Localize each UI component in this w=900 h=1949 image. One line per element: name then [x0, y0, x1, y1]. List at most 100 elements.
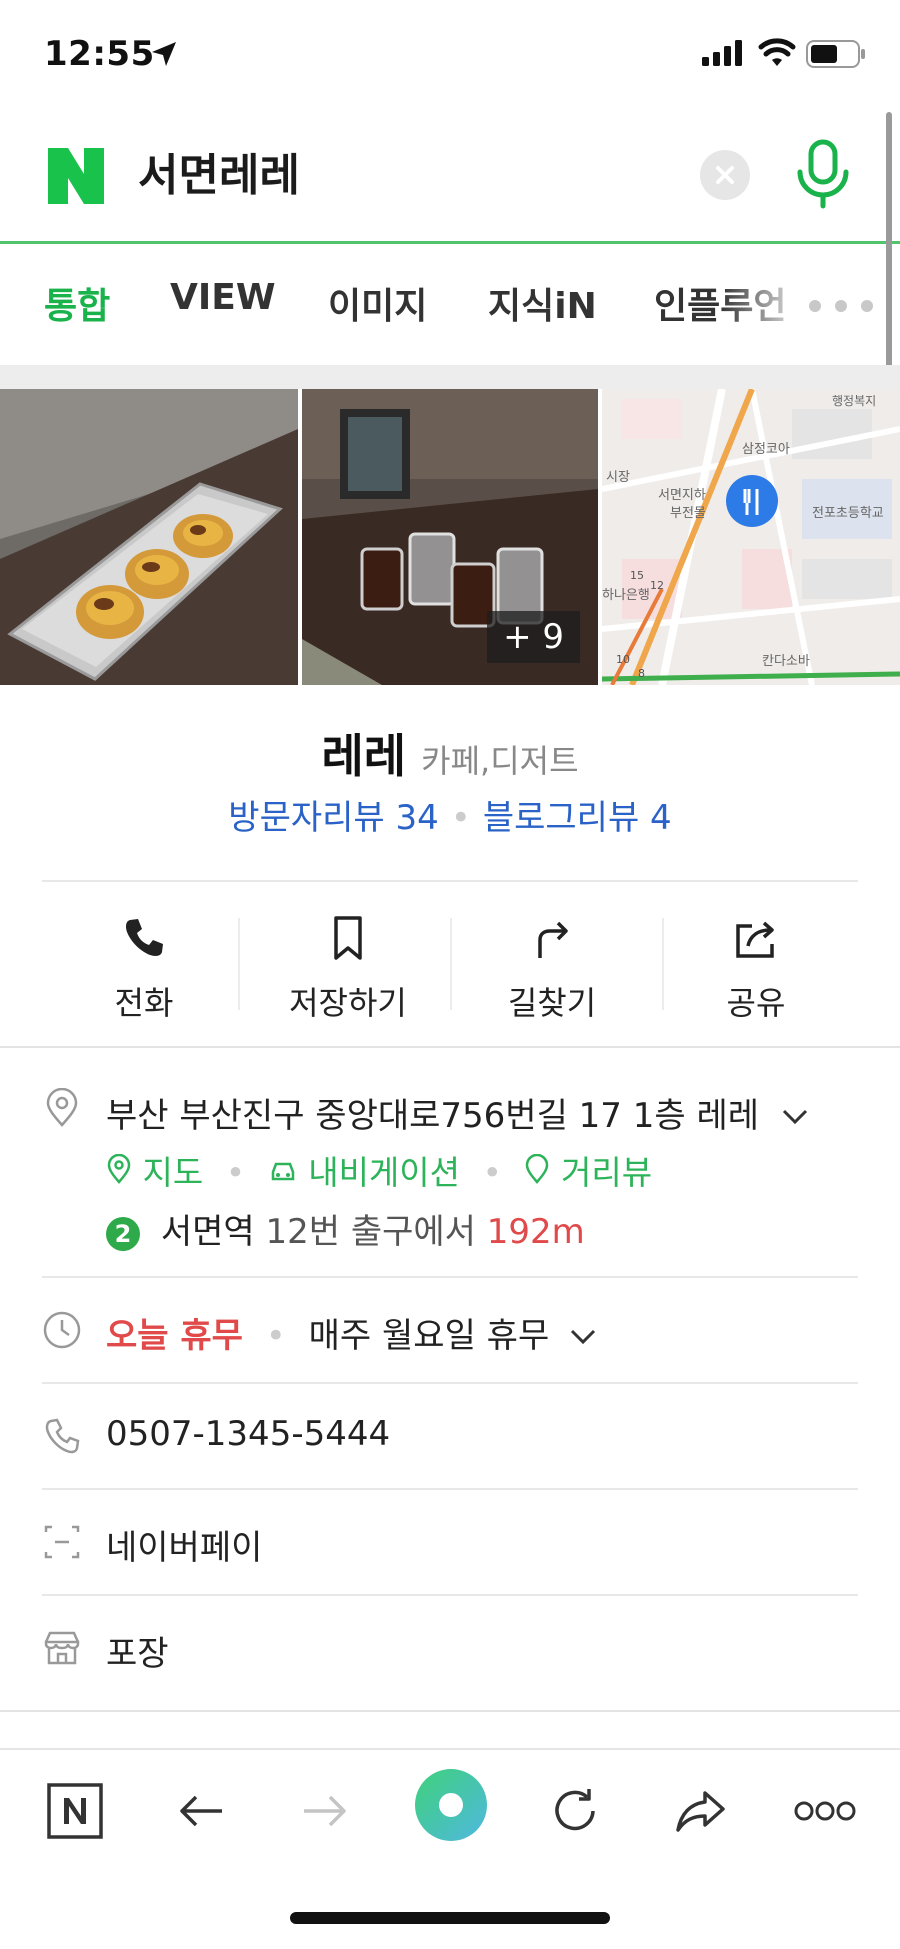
- subway-line-badge: 2: [106, 1216, 140, 1251]
- map-label: 전포초등학교: [812, 506, 884, 521]
- map-label: 12: [650, 579, 664, 592]
- home-indicator[interactable]: [290, 1912, 610, 1924]
- divider: [42, 1594, 858, 1596]
- map-label: 15: [630, 569, 644, 582]
- map-label: 8: [638, 667, 645, 680]
- separator-dot: •: [225, 1153, 246, 1192]
- tab-images[interactable]: 이미지: [328, 277, 427, 329]
- directions-label: 길찾기: [507, 984, 597, 1022]
- visitor-review-link[interactable]: 방문자리뷰 34: [228, 798, 438, 838]
- takeout-option: 포장: [106, 1634, 169, 1674]
- naver-logo-icon[interactable]: [46, 146, 106, 206]
- place-name[interactable]: 레레: [321, 729, 406, 783]
- subway-exit: 12번 출구에서: [265, 1212, 476, 1252]
- forward-button[interactable]: [290, 1776, 360, 1846]
- more-icon: [794, 1801, 856, 1821]
- payment-method: 네이버페이: [106, 1528, 263, 1568]
- tab-integrated[interactable]: 통합: [44, 277, 110, 329]
- phone-outline-icon: [45, 1418, 80, 1454]
- naver-n-icon: [47, 1783, 103, 1839]
- arrow-right-icon: [304, 1795, 346, 1827]
- street-view-icon: [526, 1153, 549, 1184]
- hours-row[interactable]: 오늘 휴무 • 매주 월요일 휴무: [106, 1308, 598, 1357]
- map-label: 삼정코아: [742, 442, 790, 457]
- location-arrow-icon: [152, 42, 176, 66]
- address-links: 지도 • 내비게이션 • 거리뷰: [106, 1146, 652, 1194]
- separator: [238, 918, 240, 1010]
- share-label: 공유: [726, 984, 786, 1022]
- photo-drinks[interactable]: + 9: [302, 389, 598, 685]
- chevron-down-icon[interactable]: [780, 1107, 810, 1127]
- divider: [42, 1276, 858, 1278]
- subway-info: 2 서면역 12번 출구에서 192m: [106, 1204, 585, 1253]
- chevron-down-icon[interactable]: [568, 1327, 598, 1347]
- arrow-left-icon: [180, 1795, 222, 1827]
- map-link[interactable]: 지도: [106, 1153, 214, 1192]
- share-icon: [736, 921, 774, 958]
- location-pin-icon: [46, 1088, 78, 1127]
- map-label: 하나은행: [602, 587, 650, 603]
- photo-strip: + 9 삼정코아 행정복지 시장 서면지하 부전몰 전포초등학교 하나은행 칸다…: [0, 389, 900, 685]
- tab-view[interactable]: VIEW: [170, 277, 276, 318]
- blog-review-link[interactable]: 블로그리뷰 4: [483, 798, 672, 838]
- place-reviews: 방문자리뷰 34 • 블로그리뷰 4: [0, 790, 900, 839]
- tab-fade: [720, 267, 810, 337]
- divider: [0, 1046, 900, 1048]
- search-header: 서면레레: [0, 110, 900, 244]
- clear-icon: [716, 166, 734, 184]
- navigation-link[interactable]: 내비게이션: [268, 1153, 471, 1192]
- map-label: 칸다소바: [762, 654, 810, 669]
- call-label: 전화: [114, 984, 174, 1022]
- back-button[interactable]: [166, 1776, 236, 1846]
- map-label: 부전몰: [670, 506, 706, 521]
- separator-dot: •: [482, 1153, 502, 1192]
- action-row: 전화 저장하기 길찾기 공유: [42, 884, 858, 1034]
- address-row[interactable]: 부산 부산진구 중앙대로756번길 17 1층 레레: [106, 1088, 810, 1137]
- hours-detail: 매주 월요일 휴무: [308, 1316, 550, 1356]
- status-bar: 12:55: [0, 0, 900, 110]
- place-header: 레레 카페,디저트: [0, 720, 900, 786]
- share-button[interactable]: 공유: [654, 884, 858, 1034]
- share-page-button[interactable]: [666, 1776, 736, 1846]
- tab-knowledge-in[interactable]: 지식iN: [488, 277, 597, 329]
- section-gap: [0, 365, 900, 389]
- divider: [42, 1488, 858, 1490]
- share-arrow-icon: [676, 1791, 725, 1832]
- divider: [0, 1710, 900, 1712]
- wifi-icon: [758, 38, 796, 66]
- map-label: 서면지하: [658, 488, 706, 503]
- bookmark-icon: [334, 916, 362, 960]
- photo-egg-tarts[interactable]: [0, 389, 298, 685]
- clear-search-button[interactable]: [700, 150, 750, 200]
- save-label: 저장하기: [289, 984, 407, 1022]
- microphone-icon[interactable]: [790, 138, 856, 210]
- battery-icon: [806, 40, 865, 68]
- call-button[interactable]: 전화: [42, 884, 246, 1034]
- more-menu-button[interactable]: [790, 1776, 860, 1846]
- map-label: 시장: [606, 470, 630, 485]
- search-input[interactable]: 서면레레: [138, 146, 300, 206]
- directions-icon: [538, 921, 568, 958]
- green-dot-button[interactable]: [414, 1768, 488, 1842]
- signal-icon: [702, 40, 742, 66]
- naver-pay-icon: [44, 1525, 80, 1559]
- naver-home-button[interactable]: [40, 1776, 110, 1846]
- place-category: 카페,디저트: [421, 742, 579, 780]
- directions-button[interactable]: 길찾기: [450, 884, 654, 1034]
- save-button[interactable]: 저장하기: [246, 884, 450, 1034]
- refresh-icon: [555, 1789, 595, 1831]
- map-label: 행정복지: [832, 393, 876, 408]
- separator-dot: •: [450, 798, 471, 838]
- map-label: 10: [616, 653, 630, 666]
- clock-icon: [43, 1311, 81, 1349]
- refresh-button[interactable]: [540, 1776, 610, 1846]
- more-dots-icon[interactable]: [808, 299, 874, 313]
- status-time: 12:55: [44, 34, 155, 74]
- phone-icon: [126, 919, 163, 956]
- location-map[interactable]: 삼정코아 행정복지 시장 서면지하 부전몰 전포초등학교 하나은행 칸다소바 1…: [602, 389, 900, 685]
- street-view-link[interactable]: 거리뷰: [524, 1153, 652, 1192]
- photo-more-count: + 9: [487, 611, 580, 663]
- phone-number[interactable]: 0507-1345-5444: [106, 1414, 390, 1454]
- subway-distance: 192m: [486, 1212, 585, 1252]
- browser-toolbar: [0, 1748, 900, 1868]
